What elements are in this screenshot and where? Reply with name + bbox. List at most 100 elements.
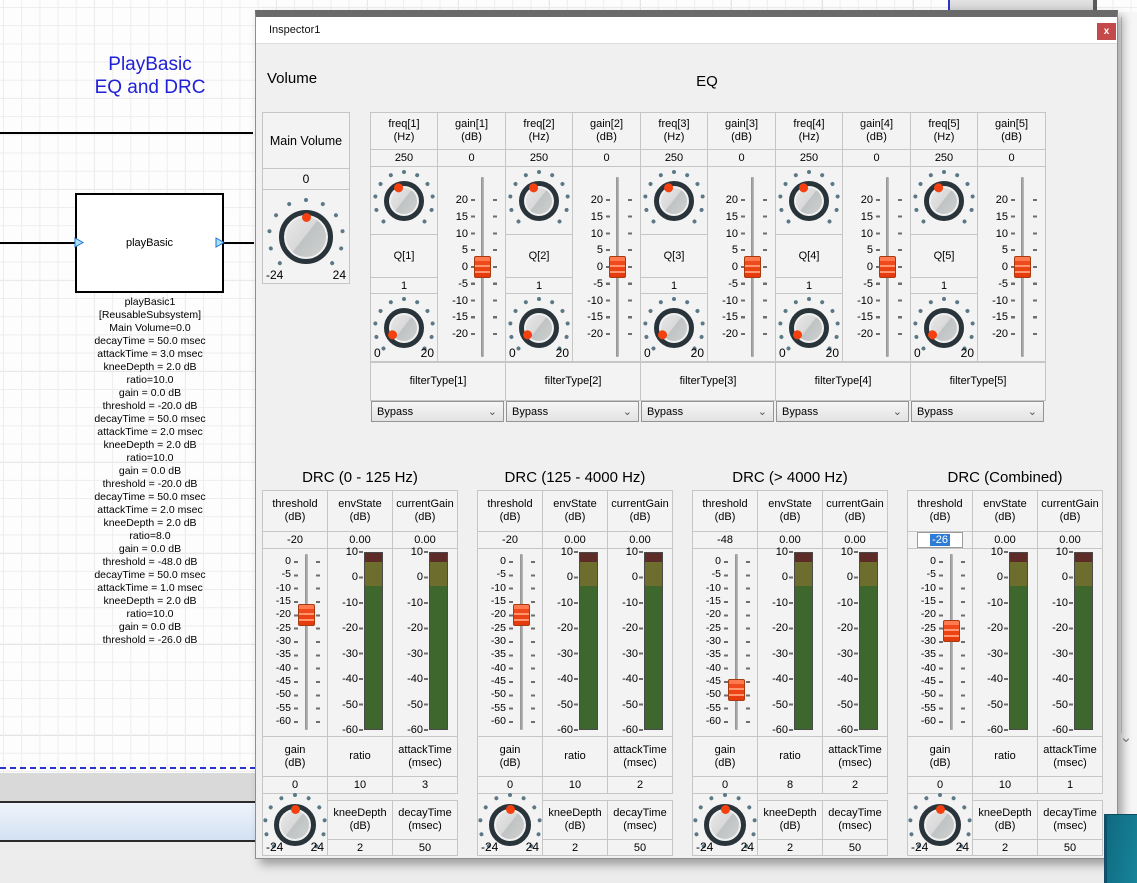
- currentgain-meter: [644, 552, 663, 730]
- gain-value[interactable]: 0: [262, 776, 328, 794]
- threshold-value[interactable]: -48: [692, 531, 758, 549]
- ratio-header: ratio: [327, 736, 393, 777]
- freq-value[interactable]: 250: [775, 149, 843, 167]
- envstate-header: envState(dB): [972, 490, 1038, 532]
- filter-type-dropdown[interactable]: Bypass⌄: [506, 401, 639, 422]
- gain-value[interactable]: 0: [907, 776, 973, 794]
- knob-max-label: 24: [333, 268, 346, 282]
- attacktime-value[interactable]: 1: [1037, 776, 1103, 794]
- decaytime-value[interactable]: 50: [822, 839, 888, 856]
- q-value[interactable]: 1: [775, 277, 843, 294]
- decaytime-value[interactable]: 50: [1037, 839, 1103, 856]
- freq-value[interactable]: 250: [505, 149, 573, 167]
- kneedepth-value[interactable]: 2: [757, 839, 823, 856]
- main-volume-knob[interactable]: [263, 194, 349, 280]
- gain-value[interactable]: 0: [477, 776, 543, 794]
- knob-indicator-dot: [386, 329, 398, 341]
- q-value[interactable]: 1: [370, 277, 438, 294]
- ratio-header: ratio: [757, 736, 823, 777]
- window-title: Inspector1: [269, 17, 320, 43]
- filter-type-label: filterType[4]: [775, 362, 911, 401]
- filter-type-dropdown[interactable]: Bypass⌄: [911, 401, 1044, 422]
- filter-type-label: filterType[2]: [505, 362, 641, 401]
- gain-value[interactable]: 0: [977, 149, 1046, 167]
- main-volume-value[interactable]: 0: [262, 168, 350, 190]
- q-value[interactable]: 1: [640, 277, 708, 294]
- volume-heading: Volume: [267, 70, 317, 87]
- freq-value[interactable]: 250: [910, 149, 978, 167]
- attacktime-value[interactable]: 2: [607, 776, 673, 794]
- freq-value[interactable]: 250: [640, 149, 708, 167]
- threshold-header: threshold(dB): [907, 490, 973, 532]
- knob-min-label: -24: [266, 268, 283, 282]
- ratio-value[interactable]: 8: [757, 776, 823, 794]
- threshold-slider-handle[interactable]: [943, 620, 960, 642]
- freq-knob[interactable]: [506, 168, 572, 234]
- attacktime-header: attackTime(msec): [1037, 736, 1103, 777]
- background-teal-window: [1104, 814, 1137, 883]
- envstate-header: envState(dB): [757, 490, 823, 532]
- gain-value[interactable]: 0: [707, 149, 776, 167]
- gain-slider-handle[interactable]: [609, 256, 626, 278]
- knob-indicator-dot: [392, 182, 404, 194]
- kneedepth-value[interactable]: 2: [327, 839, 393, 856]
- filter-type-dropdown[interactable]: Bypass⌄: [776, 401, 909, 422]
- freq-knob[interactable]: [911, 168, 977, 234]
- currentgain-meter-cell: 100-10-20-30-40-50-60: [822, 548, 888, 737]
- threshold-value[interactable]: -20: [477, 531, 543, 549]
- playbasic-block[interactable]: playBasic: [75, 193, 224, 293]
- titlebar[interactable]: Inspector1: [256, 17, 1117, 44]
- gain-value[interactable]: 0: [842, 149, 911, 167]
- ratio-value[interactable]: 10: [972, 776, 1038, 794]
- threshold-edit-input[interactable]: -26: [917, 532, 963, 548]
- screen: PlayBasic EQ and DRC playBasic playBasic…: [0, 0, 1137, 883]
- threshold-slider-handle[interactable]: [728, 679, 745, 701]
- freq-knob[interactable]: [641, 168, 707, 234]
- ratio-value[interactable]: 10: [542, 776, 608, 794]
- gain-value[interactable]: 0: [572, 149, 641, 167]
- freq-knob[interactable]: [776, 168, 842, 234]
- threshold-scale: 0-5-10-15-20-25-30-35-40-45-50-55-60: [693, 555, 721, 728]
- threshold-header: threshold(dB): [692, 490, 758, 532]
- scroll-down-chevron-icon[interactable]: ⌄: [1116, 728, 1136, 746]
- q-value[interactable]: 1: [505, 277, 573, 294]
- kneedepth-value[interactable]: 2: [972, 839, 1038, 856]
- gain-header: gain[4](dB): [842, 112, 911, 150]
- threshold-value[interactable]: -20: [262, 531, 328, 549]
- q-knob-cell: 020: [640, 293, 708, 362]
- filter-type-dropdown[interactable]: Bypass⌄: [641, 401, 774, 422]
- threshold-slider-handle[interactable]: [298, 604, 315, 626]
- q-knob-cell: 020: [505, 293, 573, 362]
- gain-slider-handle[interactable]: [474, 256, 491, 278]
- close-icon[interactable]: x: [1097, 23, 1116, 40]
- gain-knob-cell: -2424: [907, 793, 973, 856]
- freq-knob[interactable]: [371, 168, 437, 234]
- gain-slider-handle[interactable]: [1014, 256, 1031, 278]
- gain-scale: 20151050-5-10-15-20: [843, 193, 873, 341]
- decaytime-value[interactable]: 50: [607, 839, 673, 856]
- envstate-header: envState(dB): [542, 490, 608, 532]
- threshold-scale: 0-5-10-15-20-25-30-35-40-45-50-55-60: [908, 555, 936, 728]
- decaytime-header: decayTime(msec): [822, 800, 888, 840]
- gain-slider-handle[interactable]: [879, 256, 896, 278]
- q-value[interactable]: 1: [910, 277, 978, 294]
- knob-indicator-dot: [302, 213, 311, 222]
- freq-value[interactable]: 250: [370, 149, 438, 167]
- freq-header: freq[3](Hz): [640, 112, 708, 150]
- kneedepth-value[interactable]: 2: [542, 839, 608, 856]
- gain-value[interactable]: 0: [437, 149, 506, 167]
- ratio-value[interactable]: 10: [327, 776, 393, 794]
- gain-slider-handle[interactable]: [744, 256, 761, 278]
- gain-value[interactable]: 0: [692, 776, 758, 794]
- offpage-strip: [0, 773, 256, 801]
- decaytime-value[interactable]: 50: [392, 839, 458, 856]
- attacktime-value[interactable]: 2: [822, 776, 888, 794]
- threshold-slider-handle[interactable]: [513, 604, 530, 626]
- threshold-slider-cell: 0-5-10-15-20-25-30-35-40-45-50-55-60: [692, 548, 758, 737]
- attacktime-value[interactable]: 3: [392, 776, 458, 794]
- kneedepth-header: kneeDepth(dB): [542, 800, 608, 840]
- filter-type-label: filterType[1]: [370, 362, 506, 401]
- output-port-icon: [215, 237, 226, 248]
- envstate-meter-cell: 100-10-20-30-40-50-60: [972, 548, 1038, 737]
- filter-type-dropdown[interactable]: Bypass⌄: [371, 401, 504, 422]
